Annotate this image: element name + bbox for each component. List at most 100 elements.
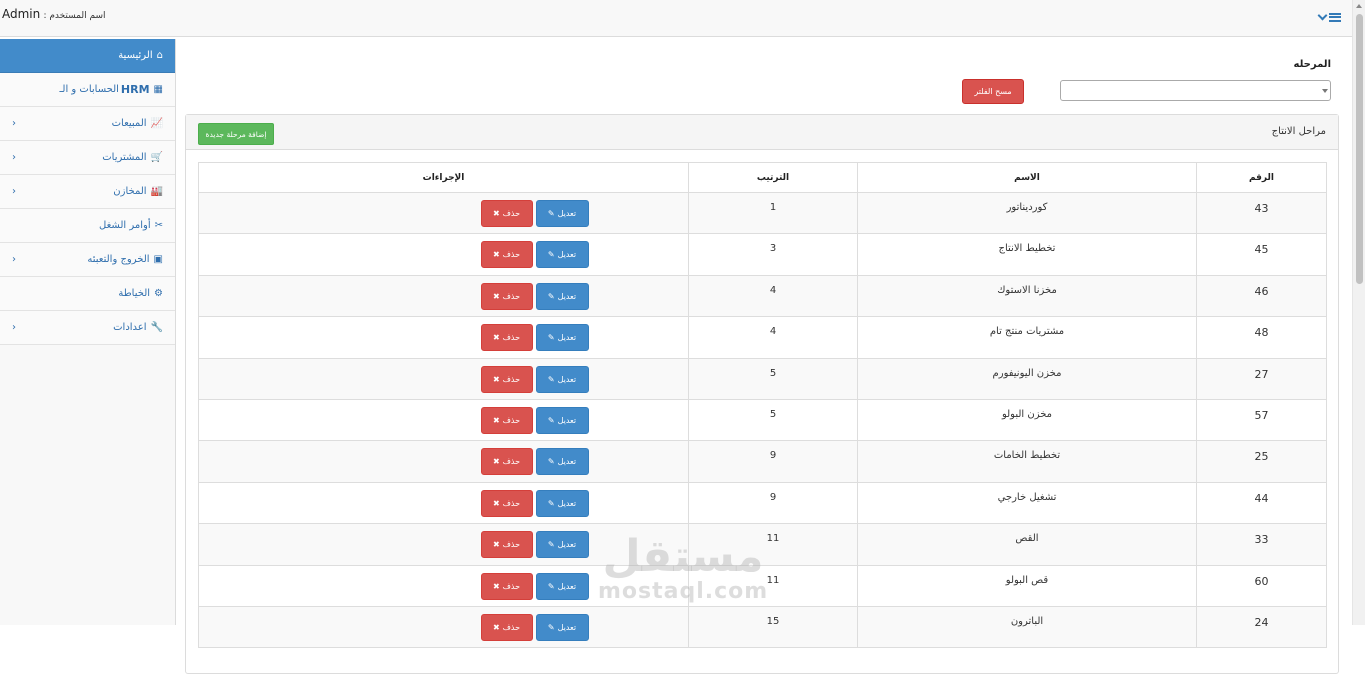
sidebar-item-3[interactable]: 🛒 المشتريات ‹ xyxy=(0,141,175,175)
sidebar-item-label: الخروج والتعبئه xyxy=(87,254,150,265)
cell-order: 5 xyxy=(688,357,858,400)
sidebar-item-1[interactable]: ▦ HRM الحسابات و الـ xyxy=(0,73,175,107)
edit-button[interactable]: تعديل ✎ xyxy=(535,448,589,476)
scroll-up-icon[interactable] xyxy=(1356,4,1362,8)
row-actions-group: تعديل ✎ حذف ✖ xyxy=(480,572,589,600)
cell-order: 11 xyxy=(688,523,858,566)
cell-order: 9 xyxy=(688,481,858,525)
delete-button[interactable]: حذف ✖ xyxy=(480,282,533,310)
row-actions: تعديل ✎ حذف ✖ xyxy=(199,572,688,600)
cell-order: 4 xyxy=(688,274,858,318)
stage-filter-select[interactable] xyxy=(1060,80,1331,101)
row-actions: تعديل ✎ حذف ✖ xyxy=(199,241,688,269)
delete-button[interactable]: حذف ✖ xyxy=(480,365,533,393)
cell-actions: تعديل ✎ حذف ✖ xyxy=(198,398,689,442)
sidebar-item-4[interactable]: 🏭 المخازن ‹ xyxy=(0,175,175,209)
cell-actions: تعديل ✎ حذف ✖ xyxy=(198,316,689,359)
cell-num: 46 xyxy=(1196,274,1327,318)
table-body: 43 كورديناتور 1 تعديل ✎ حذف ✖ 45 تخطيط الانتاج 3 ت… xyxy=(198,191,1327,649)
row-actions-group: تعديل ✎ حذف ✖ xyxy=(480,406,589,434)
sidebar-item-6[interactable]: ▣ الخروج والتعبئه ‹ xyxy=(0,243,175,277)
row-actions-group: تعديل ✎ حذف ✖ xyxy=(480,489,589,517)
cell-actions: تعديل ✎ حذف ✖ xyxy=(198,357,689,400)
row-actions: تعديل ✎ حذف ✖ xyxy=(199,613,688,641)
sidebar-item-extra: HRM xyxy=(120,83,150,96)
cell-num: 45 xyxy=(1196,233,1327,276)
edit-button[interactable]: تعديل ✎ xyxy=(535,406,589,434)
row-actions: تعديل ✎ حذف ✖ xyxy=(199,324,688,352)
row-actions-group: تعديل ✎ حذف ✖ xyxy=(480,200,589,227)
username-label: اسم المستخدم : xyxy=(43,11,106,21)
row-actions: تعديل ✎ حذف ✖ xyxy=(199,365,688,393)
pencil-icon: ✎ xyxy=(547,415,555,425)
edit-button[interactable]: تعديل ✎ xyxy=(535,282,589,310)
times-icon: ✖ xyxy=(492,457,500,467)
delete-label: حذف xyxy=(502,209,521,218)
table-header-row: الرقم الاسم الترتيب الإجراءات xyxy=(198,162,1327,193)
sidebar-item-2[interactable]: 📈 المبيعات ‹ xyxy=(0,107,175,141)
row-actions: تعديل ✎ حذف ✖ xyxy=(199,448,688,476)
industry-icon: 🏭 xyxy=(150,186,163,197)
delete-button[interactable]: حذف ✖ xyxy=(480,531,533,559)
times-icon: ✖ xyxy=(492,540,500,550)
delete-button[interactable]: حذف ✖ xyxy=(480,406,533,434)
delete-button[interactable]: حذف ✖ xyxy=(480,613,533,641)
cell-order: 1 xyxy=(688,191,858,235)
delete-label: حذف xyxy=(502,250,521,260)
table-row: 60 قص البولو 11 تعديل ✎ حذف ✖ xyxy=(198,564,1327,607)
edit-button[interactable]: تعديل ✎ xyxy=(535,200,589,227)
pencil-icon: ✎ xyxy=(547,457,555,467)
delete-button[interactable]: حذف ✖ xyxy=(480,448,533,476)
archive-icon: ▣ xyxy=(153,254,163,265)
page-scrollbar[interactable] xyxy=(1352,0,1365,625)
edit-button[interactable]: تعديل ✎ xyxy=(535,489,589,517)
scroll-thumb[interactable] xyxy=(1356,14,1363,284)
stages-table: الرقم الاسم الترتيب الإجراءات 43 كوردينات… xyxy=(198,162,1327,649)
cell-name: تخطيط الخامات xyxy=(857,440,1197,483)
delete-button[interactable]: حذف ✖ xyxy=(480,241,533,269)
panel-heading: مراحل الانتاج إضافة مرحلة جديدة xyxy=(186,115,1338,150)
sidebar-item-8[interactable]: 🔧 اعدادات ‹ xyxy=(0,311,175,345)
delete-button[interactable]: حذف ✖ xyxy=(480,489,533,517)
cell-num: 27 xyxy=(1196,357,1327,400)
times-icon: ✖ xyxy=(492,581,500,591)
edit-label: تعديل xyxy=(557,374,577,384)
edit-button[interactable]: تعديل ✎ xyxy=(535,324,589,352)
cell-name: تخطيط الانتاج xyxy=(857,233,1197,276)
edit-button[interactable]: تعديل ✎ xyxy=(535,613,589,641)
cell-order: 15 xyxy=(688,605,858,649)
times-icon: ✖ xyxy=(492,415,500,425)
edit-label: تعديل xyxy=(557,581,577,591)
delete-label: حذف xyxy=(502,581,521,591)
pencil-icon: ✎ xyxy=(547,498,555,508)
sidebar-item-label: الحسابات و الـ xyxy=(59,84,119,95)
pencil-icon: ✎ xyxy=(547,581,555,591)
table-row: 57 مخزن البولو 5 تعديل ✎ حذف ✖ xyxy=(198,398,1327,442)
sidebar-item-7[interactable]: ⚙ الخياطة xyxy=(0,277,175,311)
pencil-icon: ✎ xyxy=(547,250,555,260)
delete-label: حذف xyxy=(502,457,521,467)
sidebar-item-5[interactable]: ✂ أوامر الشغل xyxy=(0,209,175,243)
edit-button[interactable]: تعديل ✎ xyxy=(535,531,589,559)
edit-label: تعديل xyxy=(557,415,577,425)
delete-button[interactable]: حذف ✖ xyxy=(480,200,533,227)
delete-label: حذف xyxy=(502,498,521,508)
edit-button[interactable]: تعديل ✎ xyxy=(535,572,589,600)
delete-button[interactable]: حذف ✖ xyxy=(480,324,533,352)
sidebar-item-0[interactable]: ⌂ الرئيسية xyxy=(0,39,175,73)
header-name: الاسم xyxy=(857,162,1197,193)
edit-button[interactable]: تعديل ✎ xyxy=(535,365,589,393)
sidebar-item-label: المشتريات xyxy=(102,152,147,163)
menu-toggle-button[interactable] xyxy=(1312,7,1348,27)
cell-name: مشتريات منتج تام xyxy=(857,316,1197,359)
pencil-icon: ✎ xyxy=(547,291,555,301)
row-actions-group: تعديل ✎ حذف ✖ xyxy=(480,241,589,269)
delete-button[interactable]: حذف ✖ xyxy=(480,572,533,600)
edit-button[interactable]: تعديل ✎ xyxy=(535,241,589,269)
header-actions: الإجراءات xyxy=(198,162,689,193)
row-actions: تعديل ✎ حذف ✖ xyxy=(199,200,688,227)
pencil-icon: ✎ xyxy=(547,374,555,384)
scissors-icon: ✂ xyxy=(154,220,163,231)
add-stage-button[interactable]: إضافة مرحلة جديدة xyxy=(198,123,274,145)
clear-filter-button[interactable]: مسح الفلتر xyxy=(962,79,1024,104)
